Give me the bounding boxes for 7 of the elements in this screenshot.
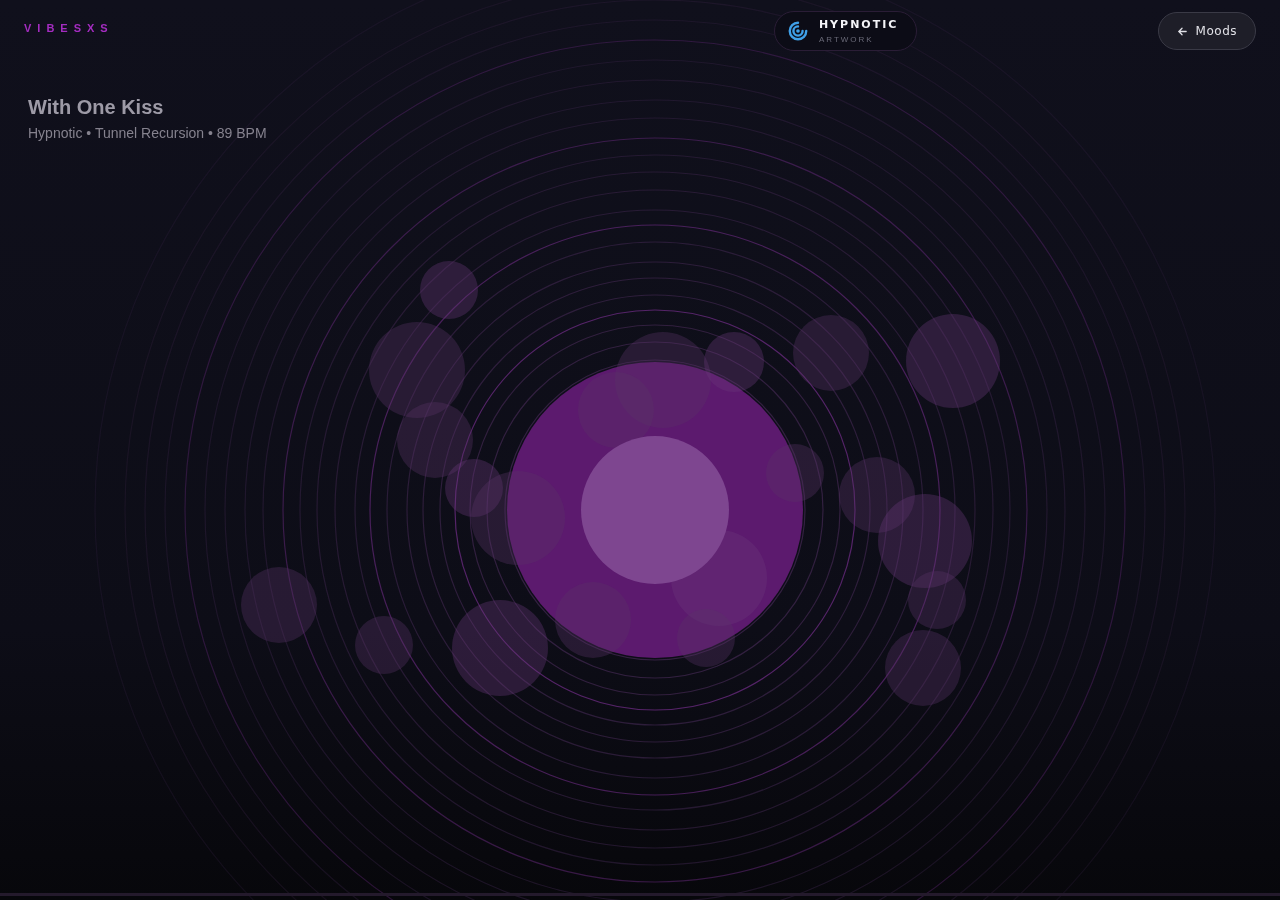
- spiral-icon: [786, 20, 809, 42]
- arrow-left-icon: [1176, 25, 1188, 37]
- back-button[interactable]: Moods: [1157, 12, 1256, 50]
- track-meta: Hypnotic • Tunnel Recursion • 89 BPM: [28, 125, 268, 141]
- track-title: With One Kiss: [28, 96, 165, 119]
- badge-title: HYPNOTIC: [818, 18, 899, 31]
- badge-subtitle: ARTWORK: [818, 35, 875, 44]
